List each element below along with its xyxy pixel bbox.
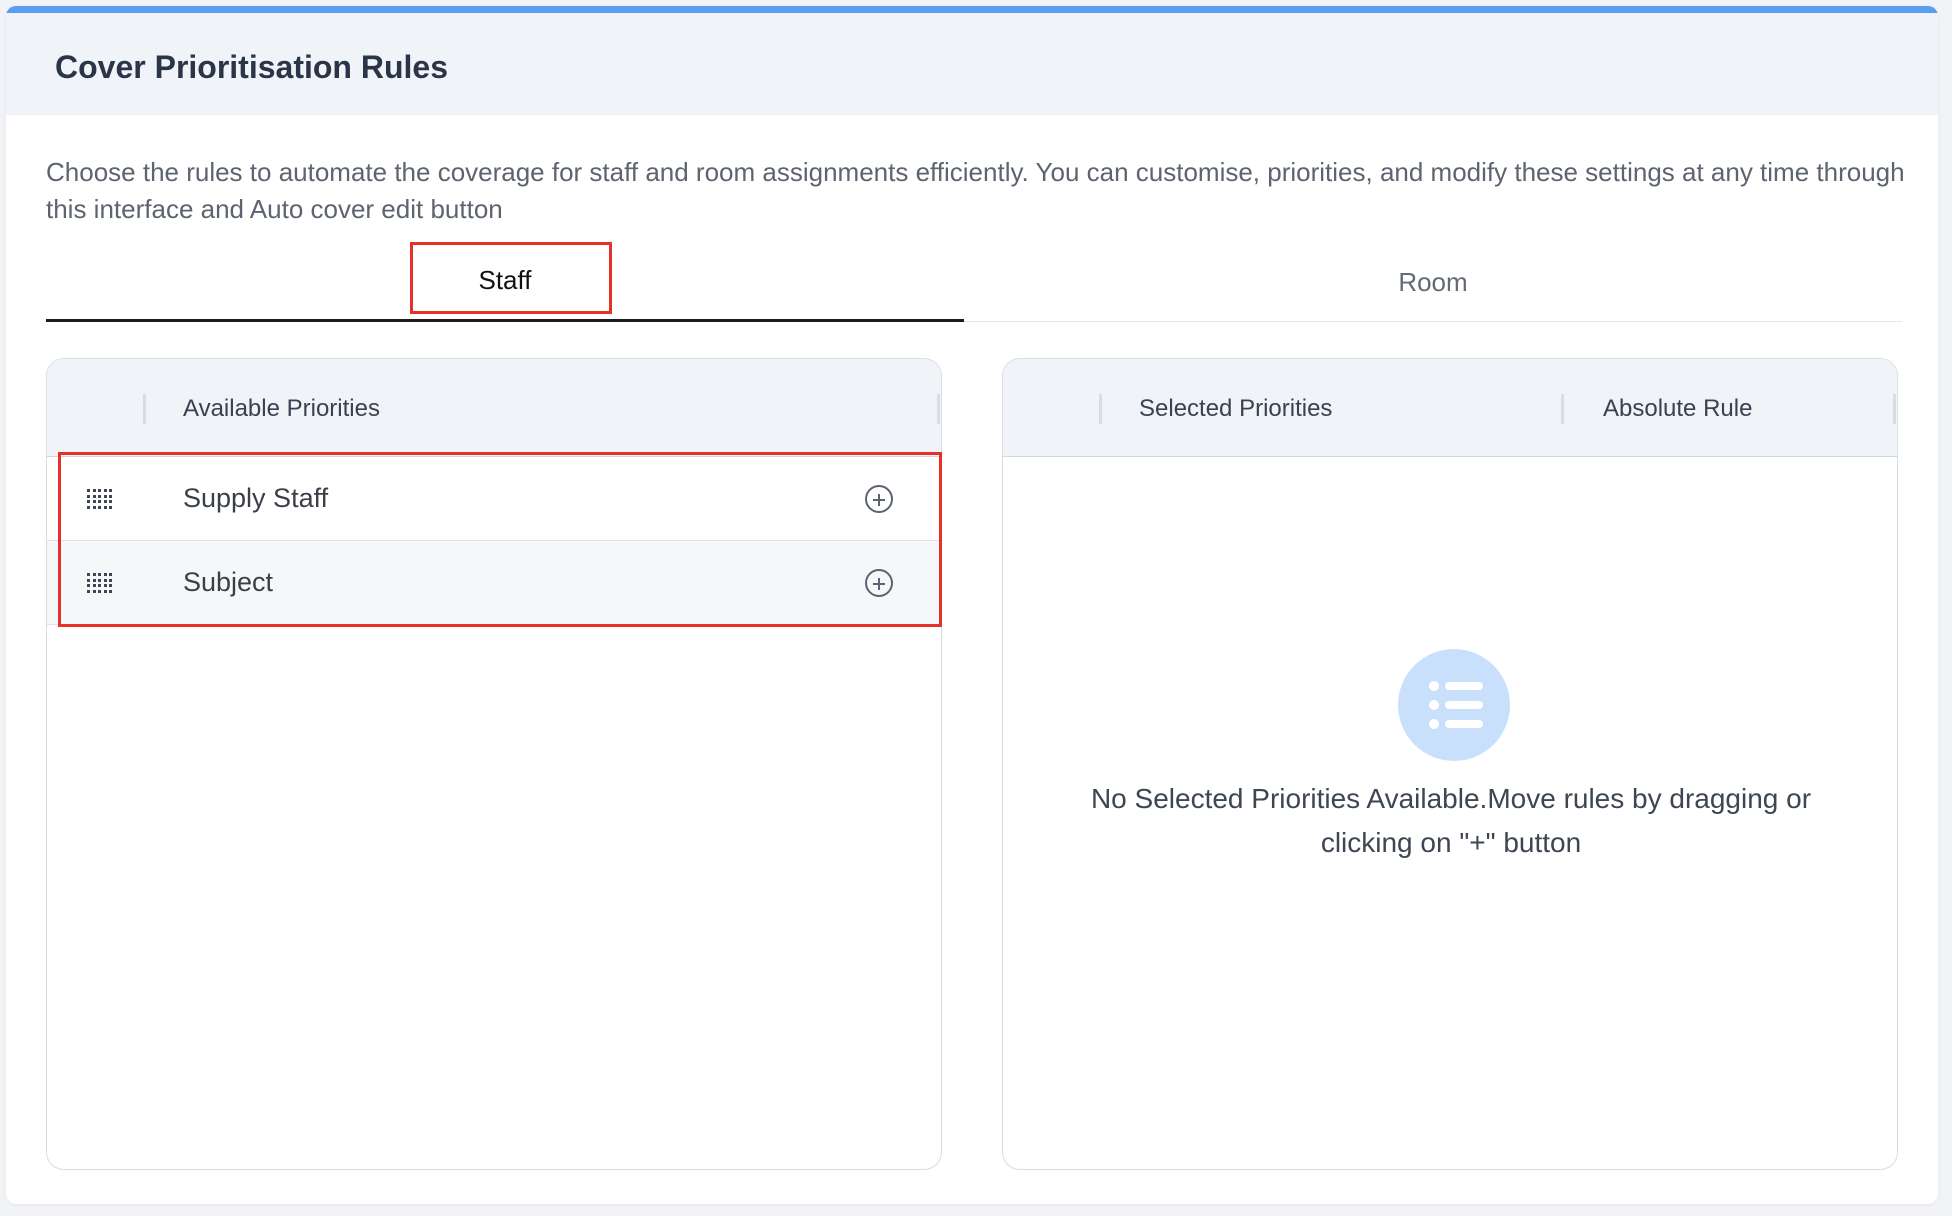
column-separator [1893,394,1896,424]
absolute-rule-label: Absolute Rule [1603,395,1753,422]
description-text: Choose the rules to automate the coverag… [46,157,1905,224]
column-separator [143,394,146,424]
empty-state-message: No Selected Priorities Available.Move ru… [1090,783,1812,858]
cover-prioritisation-card: Cover Prioritisation Rules Choose the ru… [6,6,1938,1204]
page-title: Cover Prioritisation Rules [55,49,448,85]
accent-bar [6,6,1938,13]
selected-priorities-header: Selected Priorities Absolute Rule [1003,359,1897,457]
staff-tab-highlight [410,242,612,314]
available-priorities-header: Available Priorities [47,359,941,457]
column-separator [937,394,940,424]
tab-room[interactable]: Room [964,242,1902,322]
selected-priorities-panel: Selected Priorities Absolute Rule No Sel… [1002,358,1898,1170]
available-priorities-label: Available Priorities [183,395,380,422]
column-separator [1561,394,1564,424]
tab-bar: Staff Room [46,242,1902,322]
selected-priorities-label: Selected Priorities [1139,395,1333,422]
column-separator [1099,394,1102,424]
list-icon [1398,649,1510,761]
available-rows-highlight [58,452,942,627]
card-header: Cover Prioritisation Rules [6,13,1938,115]
